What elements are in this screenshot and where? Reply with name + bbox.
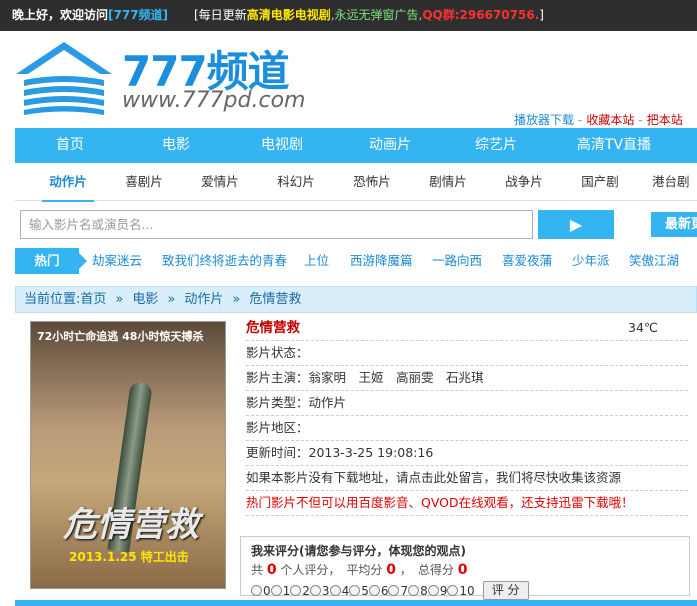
poster-tagline: 72小时亡命追逃 48小时惊天搏杀 <box>37 330 204 343</box>
hot-keyword[interactable]: 上位 <box>304 248 329 274</box>
temperature: 34℃ <box>628 320 658 335</box>
breadcrumb-action[interactable]: 动作片 <box>184 292 223 307</box>
genre-war[interactable]: 战争片 <box>484 163 564 201</box>
rating-radio[interactable] <box>388 585 400 596</box>
movie-updated: 更新时间：2013-3-25 19:08:16 <box>246 441 688 466</box>
genre-romance[interactable]: 爱情片 <box>180 163 260 201</box>
nav-movies[interactable]: 电影 <box>126 128 226 163</box>
rating-radio[interactable] <box>309 585 321 596</box>
rating-radio[interactable] <box>270 585 282 596</box>
movie-poster: 72小时亡命追逃 48小时惊天搏杀 危情营救 2013.1.25 特工出击 <box>30 321 226 589</box>
nav-tv-series[interactable]: 电视剧 <box>232 128 332 163</box>
greeting: 晚上好，欢迎访问[777频道] <box>12 8 169 22</box>
hot-keyword[interactable]: 笑傲江湖 <box>629 248 679 274</box>
genre-scifi[interactable]: 科幻片 <box>256 163 336 201</box>
rating-box: 我来评分(请您参与评分，体现您的观点) 共 0 个人评分， 平均分 0 ， 总得… <box>240 536 690 600</box>
main-nav: 首页 电影 电视剧 动画片 综艺片 高清TV直播 <box>15 128 697 163</box>
movie-status: 影片状态： <box>246 341 688 366</box>
breadcrumb-current: 危情营救 <box>249 292 302 307</box>
rating-radio[interactable] <box>408 585 420 596</box>
hot-keyword[interactable]: 劫案迷云 <box>92 248 142 274</box>
bottom-divider <box>15 600 697 606</box>
missing-link-notice[interactable]: 如果本影片没有下载地址，请点击此处留言，我们将尽快收集该资源 <box>246 466 688 491</box>
latest-updates-button[interactable]: 最新更新 <box>651 212 697 237</box>
announcement-ticker: [每日更新高清电影电视剧,永远无弹窗广告,QQ群:296670756.] <box>194 8 544 22</box>
movie-genre: 影片类型：动作片 <box>246 391 688 416</box>
search-button[interactable]: ▶ <box>538 210 614 239</box>
search-input[interactable]: 输入影片名或演员名... <box>20 210 533 239</box>
rating-radio[interactable] <box>427 585 439 596</box>
poster-title: 危情营救 <box>63 505 199 545</box>
top-links: 播放器下载 - 收藏本站 - 把本站 <box>514 113 683 127</box>
genre-hk-tw[interactable]: 港台剧 <box>636 163 697 201</box>
rating-title: 我来评分(请您参与评分，体现您的观点) <box>251 544 466 558</box>
nav-variety[interactable]: 综艺片 <box>446 128 546 163</box>
play-icon: ▶ <box>569 215 583 234</box>
genre-drama[interactable]: 剧情片 <box>408 163 488 201</box>
genre-comedy[interactable]: 喜剧片 <box>104 163 184 201</box>
movie-info: 危情营救 34℃ 影片状态： 影片主演：翁家明 王姬 高丽雯 石兆琪 影片类型：动… <box>246 316 688 516</box>
add-favorite-link[interactable]: 收藏本站 <box>586 113 634 127</box>
breadcrumb: 当前位置:首页» 电影» 动作片» 危情营救 <box>15 286 697 313</box>
rating-submit-button[interactable]: 评 分 <box>482 581 529 600</box>
genre-horror[interactable]: 恐怖片 <box>332 163 412 201</box>
hot-keyword[interactable]: 少年派 <box>572 248 610 274</box>
set-homepage-link[interactable]: 把本站 <box>647 113 683 127</box>
site-logo[interactable]: 777频道 www.777pd.com <box>14 38 334 118</box>
hot-keyword[interactable]: 一路向西 <box>432 248 482 274</box>
site-tag: [777频道] <box>108 8 169 22</box>
promo-text: 热门影片不但可以用百度影音、QVOD在线观看，还支持迅雷下载哦！ <box>246 491 688 516</box>
nav-home[interactable]: 首页 <box>20 128 120 163</box>
nav-hd-tv-live[interactable]: 高清TV直播 <box>554 128 674 163</box>
house-logo-icon <box>16 42 112 115</box>
rating-average: 0 <box>386 562 397 578</box>
qq-group: QQ群:296670756. <box>422 8 540 22</box>
hot-label: 热门 <box>15 248 87 274</box>
nav-animation[interactable]: 动画片 <box>340 128 440 163</box>
rating-options: 0 1 2 3 4 5 6 7 8 9 10 评 分 <box>251 581 679 600</box>
player-download-link[interactable]: 播放器下载 <box>514 113 574 127</box>
hot-keyword[interactable]: 致我们终将逝去的青春 <box>162 248 287 274</box>
rating-radio[interactable] <box>251 585 262 596</box>
genre-nav: 动作片 喜剧片 爱情片 科幻片 恐怖片 剧情片 战争片 国产剧 港台剧 <box>15 163 697 202</box>
rating-total-score: 0 <box>457 562 468 578</box>
movie-cast: 影片主演：翁家明 王姬 高丽雯 石兆琪 <box>246 366 688 391</box>
rating-stats: 共 0 个人评分， 平均分 0 ， 总得分 0 <box>251 562 468 578</box>
hot-keyword[interactable]: 喜爱夜蒲 <box>502 248 552 274</box>
genre-domestic[interactable]: 国产剧 <box>560 163 640 201</box>
breadcrumb-movies[interactable]: 电影 <box>132 292 158 307</box>
rating-radio[interactable] <box>447 585 459 596</box>
hot-keyword[interactable]: 西游降魔篇 <box>350 248 413 274</box>
movie-region: 影片地区： <box>246 416 688 441</box>
genre-action[interactable]: 动作片 <box>28 163 108 202</box>
top-bar: 晚上好，欢迎访问[777频道] [每日更新高清电影电视剧,永远无弹窗广告,QQ群… <box>0 0 697 31</box>
movie-title: 危情营救 <box>246 320 300 336</box>
rating-count: 0 <box>266 562 277 578</box>
rating-radio[interactable] <box>368 585 380 596</box>
hot-keywords: 热门 劫案迷云 致我们终将逝去的青春 上位 西游降魔篇 一路向西 喜爱夜蒲 少年… <box>15 248 697 274</box>
poster-date: 2013.1.25 特工出击 <box>69 550 189 564</box>
breadcrumb-home[interactable]: 首页 <box>80 292 106 307</box>
rating-radio[interactable] <box>290 585 302 596</box>
rating-radio[interactable] <box>349 585 361 596</box>
logo-url: www.777pd.com <box>122 88 306 113</box>
rating-radio[interactable] <box>329 585 341 596</box>
